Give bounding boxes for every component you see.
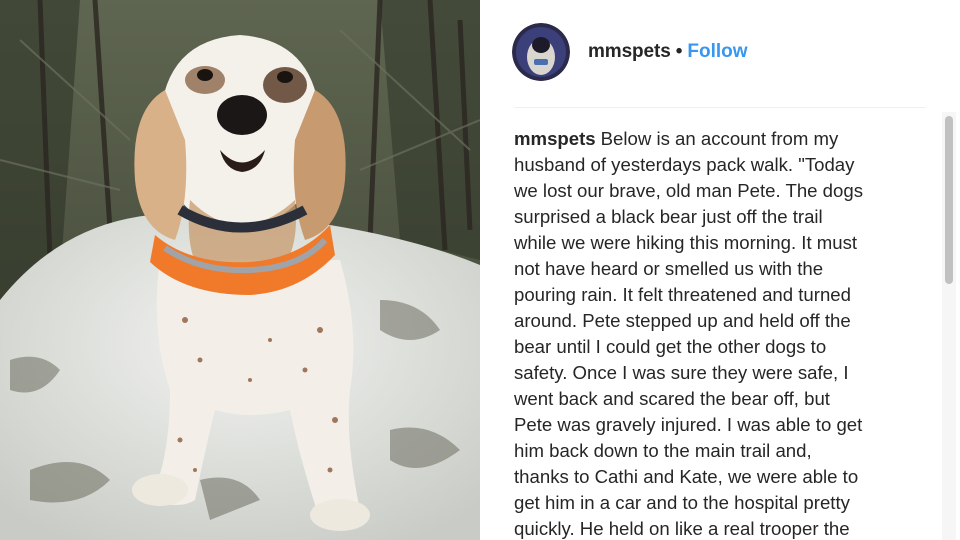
caption-line: not have heard or smelled us with the [514, 258, 824, 279]
caption-username[interactable]: mmspets [514, 128, 596, 149]
scrollbar-thumb[interactable] [945, 116, 953, 284]
caption-line: him back down to the main trail and, [514, 440, 812, 461]
caption-line: thanks to Cathi and Kate, we were able t… [514, 466, 859, 487]
caption-line: went back and scared the bear off, but [514, 388, 830, 409]
caption-line: get him in a car and to the hospital pre… [514, 492, 850, 513]
caption-scrollbar[interactable] [942, 112, 956, 540]
post-caption: mmspets Below is an account from my husba… [514, 126, 924, 540]
header-username[interactable]: mmspets [588, 41, 671, 63]
post-header: mmspets • Follow [512, 22, 932, 82]
profile-avatar-icon[interactable] [512, 23, 570, 81]
caption-line: quickly. He held on like a real trooper … [514, 518, 850, 539]
caption-line: surprised a black bear just off the trai… [514, 206, 823, 227]
header-divider [514, 107, 926, 108]
follow-button[interactable]: Follow [687, 41, 747, 63]
caption-line-text: Below is an account from my [600, 128, 839, 149]
caption-line: mmspets Below is an account from my [514, 126, 924, 152]
post-photo[interactable] [0, 0, 480, 540]
caption-line: we lost our brave, old man Pete. The dog… [514, 180, 864, 201]
caption-line: around. Pete stepped up and held off the [514, 310, 851, 331]
caption-line: safety. Once I was sure they were safe, … [514, 362, 849, 383]
caption-line: husband of yesterdays pack walk. "Today [514, 154, 855, 175]
caption-line: bear until I could get the other dogs to [514, 336, 827, 357]
dog-photo-image [0, 0, 480, 540]
caption-line: while we were hiking this morning. It mu… [514, 232, 858, 253]
caption-line: pouring rain. It felt threatened and tur… [514, 284, 851, 305]
header-separator: • [675, 41, 683, 62]
post-sidebar: mmspets • Follow mmspets Below is an acco… [480, 0, 960, 540]
caption-line: Pete was gravely injured. I was able to … [514, 414, 863, 435]
